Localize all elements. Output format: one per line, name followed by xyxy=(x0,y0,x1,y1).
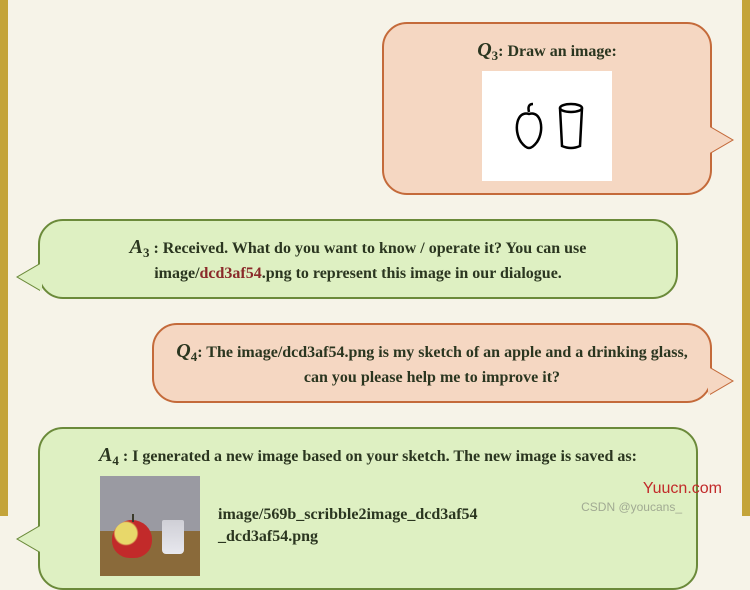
apple-icon xyxy=(112,520,152,558)
q3-text: : Draw an image: xyxy=(498,43,617,60)
a4-symbol: A xyxy=(99,444,112,466)
generated-image-thumbnail xyxy=(100,476,200,576)
csdn-attribution: CSDN @youcans_ xyxy=(581,500,682,514)
q4-symbol: Q xyxy=(176,340,190,362)
q3-symbol: Q xyxy=(477,39,491,61)
question-4-bubble: Q4: The image/dcd3af54.png is my sketch … xyxy=(152,323,712,403)
sketch-image xyxy=(482,71,612,181)
q4-text: : The image/dcd3af54.png is my sketch of… xyxy=(197,344,687,385)
q3-label-line: Q3: Draw an image: xyxy=(477,36,617,65)
a4-path-line1: image/569b_scribble2image_dcd3af54 xyxy=(218,504,478,526)
watermark-text: Yuucn.com xyxy=(643,480,722,498)
a4-path-line2: _dcd3af54.png xyxy=(218,526,478,548)
glass-sketch-icon xyxy=(557,102,585,150)
a4-line1: : I generated a new image based on your … xyxy=(119,448,637,465)
a3-symbol: A xyxy=(130,236,143,258)
question-3-bubble: Q3: Draw an image: xyxy=(382,22,712,195)
apple-sketch-icon xyxy=(509,102,549,150)
answer-3-bubble: A3 : Received. What do you want to know … xyxy=(38,219,678,299)
glass-icon xyxy=(162,520,184,554)
a3-image-hash: dcd3af54 xyxy=(200,265,262,282)
a3-text-post: .png to represent this image in our dial… xyxy=(262,265,562,282)
